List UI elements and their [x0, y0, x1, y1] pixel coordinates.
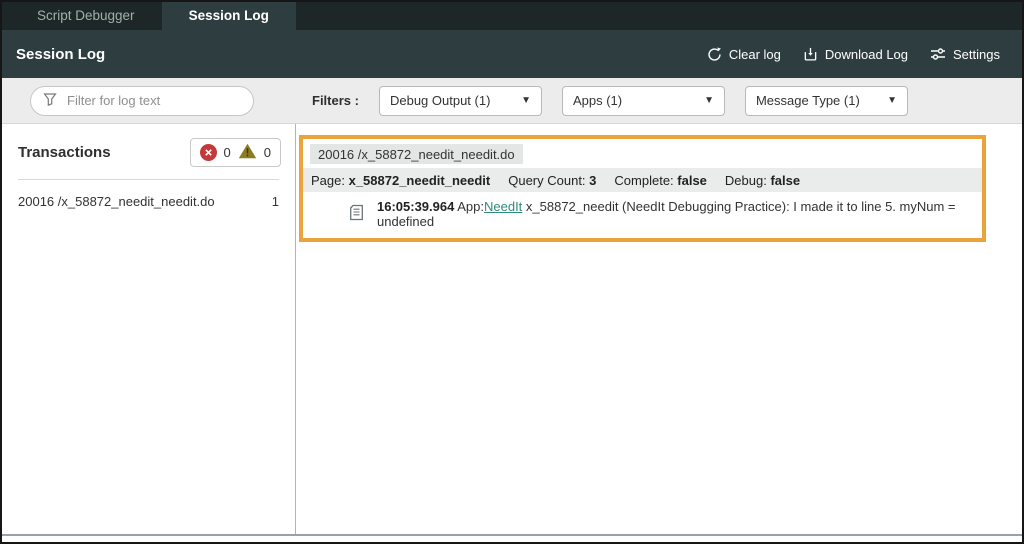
log-filter-input[interactable]: [65, 92, 241, 109]
log-filter-search[interactable]: [30, 86, 254, 116]
meta-query-count-label: Query Count:: [508, 173, 589, 188]
transaction-item-count: 1: [272, 194, 279, 209]
error-icon: [200, 144, 217, 161]
needit-app-link[interactable]: NeedIt: [484, 199, 522, 214]
error-warning-counts: 0 0: [190, 138, 281, 167]
transaction-item-label: 20016 /x_58872_needit_needit.do: [18, 194, 215, 209]
session-log-window: Script Debugger Session Log Session Log …: [0, 0, 1024, 544]
bottom-edge: [2, 534, 1022, 542]
log-entry-text: 16:05:39.964 App:NeedIt x_58872_needit (…: [377, 199, 974, 229]
apps-dropdown-value: Apps (1): [573, 93, 622, 108]
meta-debug-label: Debug:: [725, 173, 771, 188]
transaction-meta-row: Page: x_58872_needit_needit Query Count:…: [303, 168, 982, 192]
download-log-label: Download Log: [825, 47, 908, 62]
download-icon: [803, 47, 818, 62]
meta-page-label: Page:: [311, 173, 349, 188]
chevron-down-icon: ▼: [887, 95, 897, 106]
content-area: Transactions 0 0 20016 /x_58872_needit_n…: [2, 124, 1022, 534]
header-actions: Clear log Download Log Settings: [707, 47, 1000, 62]
clear-log-button[interactable]: Clear log: [707, 47, 781, 62]
chevron-down-icon: ▼: [704, 95, 714, 106]
settings-label: Settings: [953, 47, 1000, 62]
funnel-icon: [43, 92, 57, 109]
log-entry-row: 16:05:39.964 App:NeedIt x_58872_needit (…: [303, 192, 982, 238]
debug-output-dropdown[interactable]: Debug Output (1) ▼: [379, 86, 542, 116]
refresh-icon: [707, 47, 722, 62]
log-panel: 20016 /x_58872_needit_needit.do Page: x_…: [296, 124, 1022, 534]
log-entry-time: 16:05:39.964: [377, 199, 454, 214]
sliders-icon: [930, 47, 946, 61]
message-type-dropdown[interactable]: Message Type (1) ▼: [745, 86, 908, 116]
chevron-down-icon: ▼: [521, 95, 531, 106]
apps-dropdown[interactable]: Apps (1) ▼: [562, 86, 725, 116]
transaction-list-item[interactable]: 20016 /x_58872_needit_needit.do 1: [2, 180, 295, 223]
meta-page-value: x_58872_needit_needit: [349, 173, 491, 188]
page-title: Session Log: [16, 46, 105, 63]
debug-output-dropdown-value: Debug Output (1): [390, 93, 490, 108]
meta-complete-label: Complete:: [614, 173, 677, 188]
log-entry-app-label: App:: [454, 199, 484, 214]
warning-count: 0: [264, 145, 271, 160]
header-bar: Session Log Clear log Download Log Setti…: [2, 30, 1022, 78]
transactions-panel: Transactions 0 0 20016 /x_58872_needit_n…: [2, 124, 296, 534]
tab-script-debugger[interactable]: Script Debugger: [10, 2, 162, 30]
filter-bar: Filters : Debug Output (1) ▼ Apps (1) ▼ …: [2, 78, 1022, 124]
meta-query-count-value: 3: [589, 173, 596, 188]
clear-log-label: Clear log: [729, 47, 781, 62]
transaction-header-chip: 20016 /x_58872_needit_needit.do: [310, 144, 523, 164]
document-icon: [349, 204, 364, 224]
meta-complete-value: false: [677, 173, 707, 188]
message-type-dropdown-value: Message Type (1): [756, 93, 860, 108]
tab-strip: Script Debugger Session Log: [2, 2, 1022, 30]
warning-icon: [238, 143, 257, 162]
download-log-button[interactable]: Download Log: [803, 47, 908, 62]
tab-session-log[interactable]: Session Log: [162, 2, 296, 30]
highlight-box: 20016 /x_58872_needit_needit.do Page: x_…: [299, 135, 986, 242]
transactions-title: Transactions: [18, 144, 111, 161]
error-count: 0: [224, 145, 231, 160]
filters-label: Filters :: [312, 93, 359, 108]
meta-debug-value: false: [770, 173, 800, 188]
settings-button[interactable]: Settings: [930, 47, 1000, 62]
